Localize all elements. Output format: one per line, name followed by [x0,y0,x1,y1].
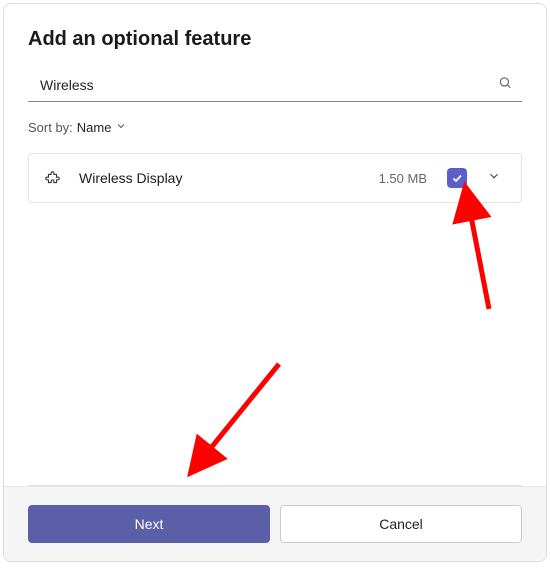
dialog-content: Add an optional feature Sort by: Name [4,4,546,486]
feature-name: Wireless Display [79,170,363,186]
search-input[interactable] [28,69,522,101]
sort-dropdown[interactable]: Sort by: Name [28,120,522,135]
feature-row: Wireless Display 1.50 MB [28,153,522,203]
feature-size: 1.50 MB [379,171,427,186]
cancel-button[interactable]: Cancel [280,505,522,543]
dialog-title: Add an optional feature [28,28,522,51]
feature-expand-chevron[interactable] [483,169,505,188]
sort-value: Name [77,120,112,135]
checkmark-icon [451,172,463,184]
chevron-down-icon [115,120,127,135]
chevron-down-icon [487,169,501,183]
dialog-footer: Next Cancel [4,486,546,561]
add-optional-feature-dialog: Add an optional feature Sort by: Name [3,3,547,562]
puzzle-icon [45,169,63,187]
next-button[interactable]: Next [28,505,270,543]
sort-label: Sort by: [28,120,73,135]
search-field-wrap [28,69,522,102]
feature-checkbox[interactable] [447,168,467,188]
